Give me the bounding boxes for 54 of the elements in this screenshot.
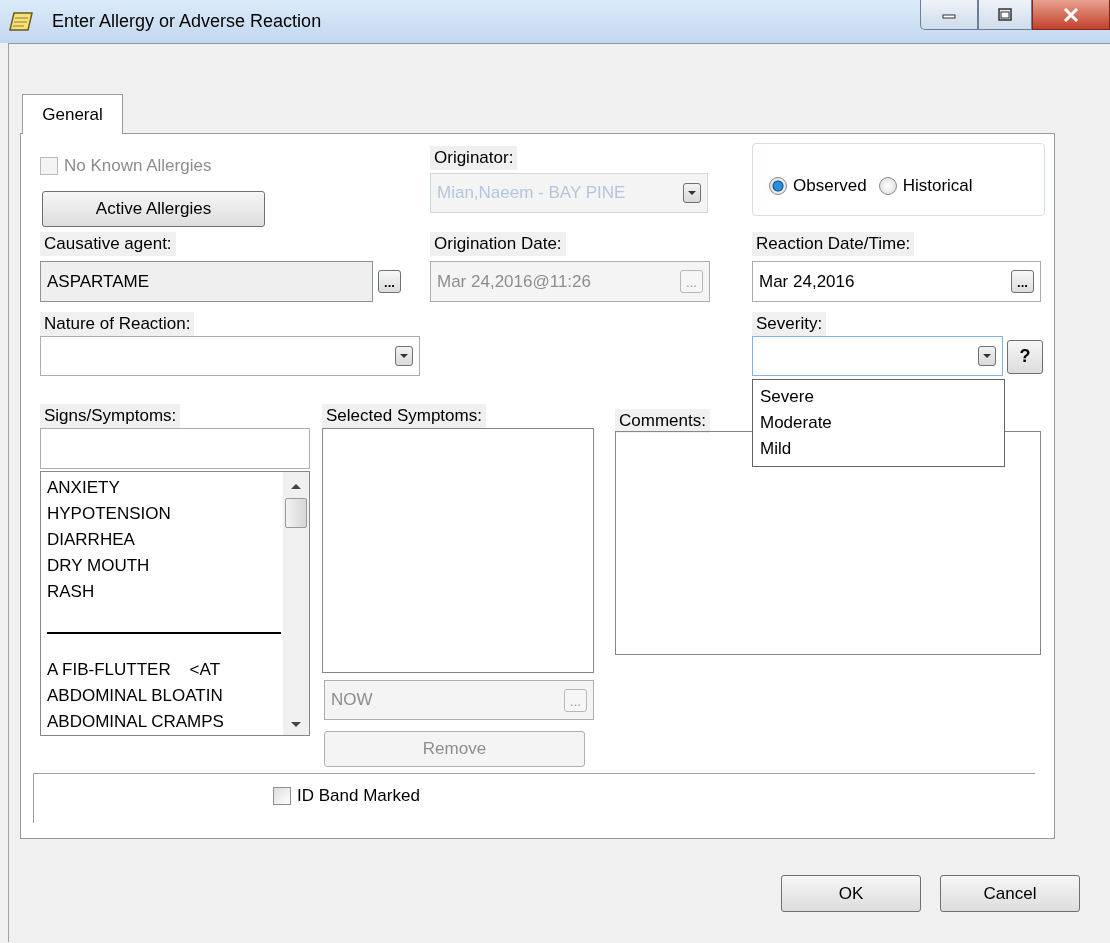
minimize-button[interactable] [920, 0, 978, 30]
scroll-thumb[interactable] [285, 498, 307, 528]
nature-of-reaction-dropdown[interactable] [40, 336, 420, 376]
scroll-down-icon [290, 721, 302, 729]
caret-icon [683, 183, 701, 203]
scroll-up-icon [290, 482, 302, 490]
help-button[interactable]: ? [1007, 339, 1043, 374]
field-label: Selected Symptoms: [322, 404, 486, 428]
list-item[interactable]: A FIB-FLUTTER <AT [47, 657, 220, 683]
field-label: Comments: [615, 409, 710, 433]
ellipsis-button[interactable]: ... [378, 270, 401, 293]
field-label: Causative agent: [40, 232, 176, 256]
dropdown-option[interactable]: Moderate [760, 410, 832, 436]
caret-icon [395, 346, 413, 366]
list-item[interactable]: ANXIETY [47, 475, 120, 501]
dialog-button[interactable]: Cancel [940, 875, 1080, 912]
close-icon [1062, 7, 1080, 22]
checkbox-label: ID Band Marked [297, 785, 420, 806]
list-item[interactable]: RASH [47, 579, 95, 605]
field-label: Signs/Symptoms: [40, 404, 181, 428]
list-item[interactable]: ABDOMINAL CRAMPS [47, 709, 224, 735]
severity-dropdown[interactable] [752, 336, 1003, 376]
scrollbar[interactable] [283, 472, 309, 735]
field-label: Nature of Reaction: [40, 312, 195, 336]
field-label: Reaction Date/Time: [752, 232, 915, 256]
tab[interactable]: General [22, 94, 123, 134]
maximize-icon [997, 7, 1013, 22]
reaction-date-field[interactable]: Mar 24,2016 ... [752, 261, 1041, 302]
list-item[interactable]: HYPOTENSION [47, 501, 171, 527]
active-allergies-button[interactable]: Active Allergies [42, 191, 265, 227]
close-button[interactable] [1032, 0, 1110, 30]
field-label: Origination Date: [430, 232, 566, 256]
caret-icon [978, 346, 996, 366]
dropdown-option[interactable]: Severe [760, 384, 814, 410]
radio-label: Historical [902, 175, 973, 196]
list-item[interactable]: DRY MOUTH [47, 553, 150, 579]
field-label: Severity: [752, 312, 827, 336]
window-title: Enter Allergy or Adverse Reaction [52, 11, 322, 32]
checkbox[interactable] [273, 786, 291, 805]
causative-agent-field[interactable]: ASPARTAME [40, 261, 373, 302]
list-item[interactable]: DIARRHEA [47, 527, 135, 553]
radio-label: Observed [793, 175, 867, 196]
symptom-search-field[interactable] [40, 428, 310, 469]
list-item[interactable]: ABDOMINAL BLOATIN [47, 683, 223, 709]
comments-field[interactable] [615, 431, 1041, 655]
ellipsis-button[interactable]: ... [1011, 270, 1034, 293]
field-label: Originator: [430, 146, 518, 170]
maximize-button[interactable] [978, 0, 1032, 30]
radio-button[interactable] [769, 176, 787, 195]
notepad-icon [8, 9, 34, 34]
dropdown-option[interactable]: Mild [760, 436, 792, 462]
checkbox-label: No Known Allergies [64, 156, 212, 176]
radio-button[interactable] [878, 176, 897, 195]
dialog-button[interactable]: OK [781, 875, 921, 912]
